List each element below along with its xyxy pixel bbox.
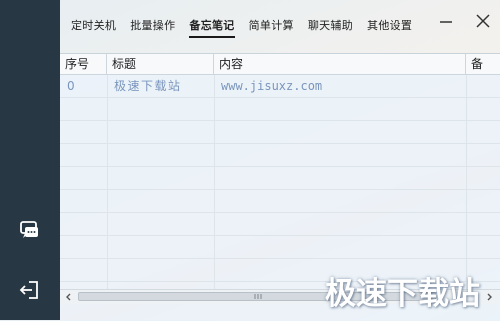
tab-calculator[interactable]: 简单计算	[249, 17, 294, 38]
table-row	[60, 190, 500, 213]
arrow-right-icon[interactable]	[484, 292, 494, 302]
tab-bar: 定时关机 批量操作 备忘笔记 简单计算 聊天辅助 其他设置	[71, 17, 426, 38]
grip-icon	[254, 294, 262, 299]
tab-chat-assist[interactable]: 聊天辅助	[308, 17, 353, 38]
column-header-title[interactable]: 标题	[107, 54, 214, 74]
column-header-index[interactable]: 序号	[60, 54, 107, 74]
tab-shutdown[interactable]: 定时关机	[71, 17, 116, 38]
table-row	[60, 236, 500, 259]
top-bar: 定时关机 批量操作 备忘笔记 简单计算 聊天辅助 其他设置	[60, 0, 500, 44]
table-row	[60, 213, 500, 236]
table-body: 0 极速下载站 www.jisuxz.com	[60, 75, 500, 282]
table-row	[60, 98, 500, 121]
table-header: 序号 标题 内容 备	[60, 54, 500, 75]
table-row	[60, 167, 500, 190]
column-header-content[interactable]: 内容	[214, 54, 466, 74]
watermark: 极速下载站	[325, 276, 480, 312]
exit-icon[interactable]	[18, 278, 42, 302]
chat-bubble-icon[interactable]	[18, 219, 42, 243]
tab-other-settings[interactable]: 其他设置	[367, 17, 412, 38]
table-row[interactable]: 0 极速下载站 www.jisuxz.com	[60, 75, 500, 98]
table-row	[60, 121, 500, 144]
cell-index: 0	[67, 79, 75, 93]
cell-title: 极速下载站	[114, 79, 182, 93]
minimize-icon[interactable]	[438, 13, 454, 29]
tab-batch[interactable]: 批量操作	[130, 17, 175, 38]
column-header-remark[interactable]: 备	[466, 54, 500, 74]
cell-content: www.jisuxz.com	[221, 79, 323, 93]
close-icon[interactable]	[475, 13, 491, 29]
tab-notes[interactable]: 备忘笔记	[189, 17, 235, 38]
arrow-left-icon[interactable]	[64, 292, 74, 302]
sidebar	[0, 0, 60, 320]
table-row	[60, 144, 500, 167]
